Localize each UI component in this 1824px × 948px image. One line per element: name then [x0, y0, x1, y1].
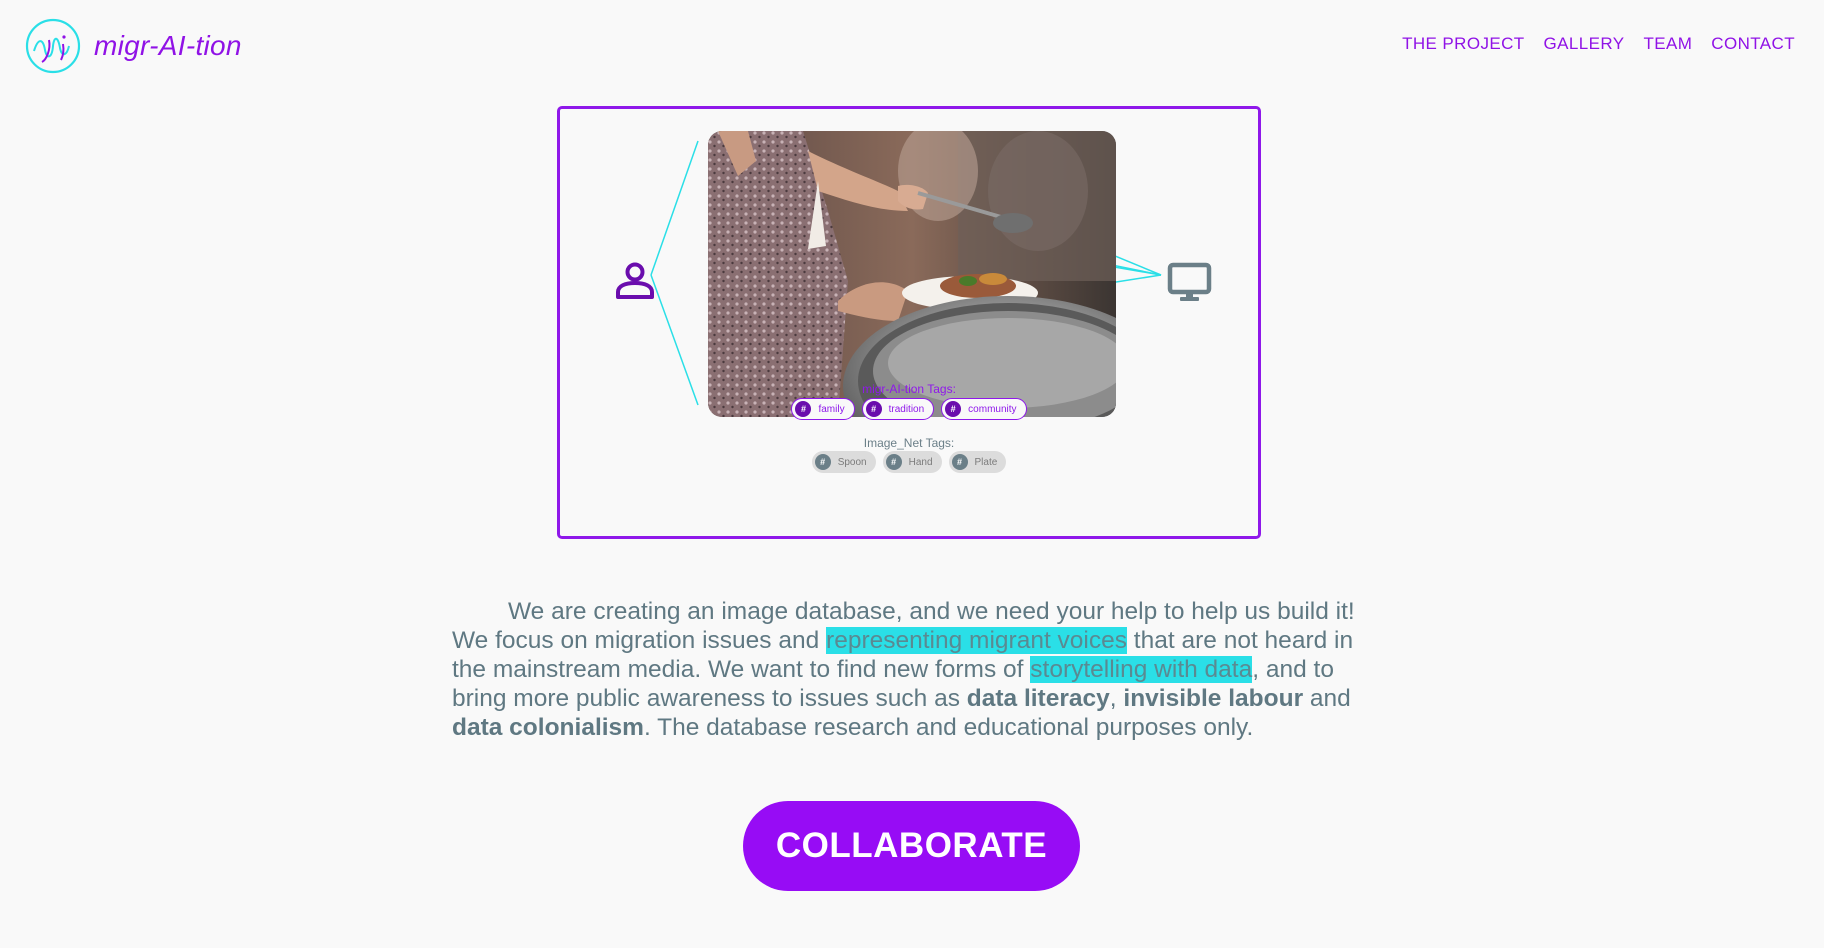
migr-tags-list: # family # tradition # community [560, 398, 1258, 420]
tag-family[interactable]: # family [791, 398, 855, 420]
hashtag-icon: # [865, 401, 882, 417]
tag-spoon[interactable]: # Spoon [811, 451, 876, 473]
nav-item-gallery[interactable]: GALLERY [1544, 34, 1625, 54]
emphasis-data-colonialism: data colonialism [452, 714, 644, 741]
imagenet-tags-list: # Spoon # Hand # Plate [560, 451, 1258, 473]
tag-hand[interactable]: # Hand [882, 451, 942, 473]
hashtag-icon: # [951, 454, 968, 470]
logo-link[interactable]: migr-AI-tion [25, 18, 242, 74]
site-header: migr-AI-tion THE PROJECT GALLERY TEAM CO… [0, 0, 1824, 95]
tag-label: family [818, 403, 845, 415]
intro-text: . The database research and educational … [643, 714, 1254, 741]
nav-item-contact[interactable]: CONTACT [1711, 34, 1795, 54]
nav-item-the-project[interactable]: THE PROJECT [1402, 34, 1524, 54]
hero-illustration: migr-AI-tion Tags: # family # tradition # c… [557, 106, 1261, 539]
intro-text: and [1303, 685, 1351, 712]
person-icon [616, 262, 654, 299]
logo-icon [25, 18, 81, 74]
tag-label: Plate [974, 456, 998, 468]
collaborate-button[interactable]: COLLABORATE [743, 801, 1080, 891]
hashtag-icon: # [945, 401, 962, 417]
brand-name: migr-AI-tion [94, 30, 242, 61]
tag-label: Hand [908, 456, 933, 468]
tag-plate[interactable]: # Plate [948, 451, 1007, 473]
nav-item-team[interactable]: TEAM [1643, 34, 1692, 54]
hashtag-icon: # [814, 454, 831, 470]
monitor-icon [1167, 262, 1212, 301]
tag-tradition[interactable]: # tradition [861, 398, 935, 420]
highlight-storytelling: storytelling with data [1030, 656, 1253, 683]
emphasis-invisible-labour: invisible labour [1123, 685, 1304, 712]
tag-label: tradition [888, 403, 925, 415]
tag-label: community [968, 403, 1017, 415]
tag-community[interactable]: # community [941, 398, 1027, 420]
intro-paragraph: We are creating an image database, and w… [452, 597, 1372, 742]
migr-tags-title: migr-AI-tion Tags: [862, 382, 956, 396]
food-serving-photo [708, 131, 1116, 417]
imagenet-tags-title: Image_Net Tags: [863, 436, 955, 450]
tag-label: Spoon [837, 456, 867, 468]
highlight-migrant-voices: representing migrant voices [826, 627, 1127, 654]
main-nav: THE PROJECT GALLERY TEAM CONTACT [1402, 34, 1795, 54]
hashtag-icon: # [795, 401, 812, 417]
intro-text: , [1109, 685, 1124, 712]
hashtag-icon: # [885, 454, 902, 470]
emphasis-data-literacy: data literacy [966, 685, 1110, 712]
